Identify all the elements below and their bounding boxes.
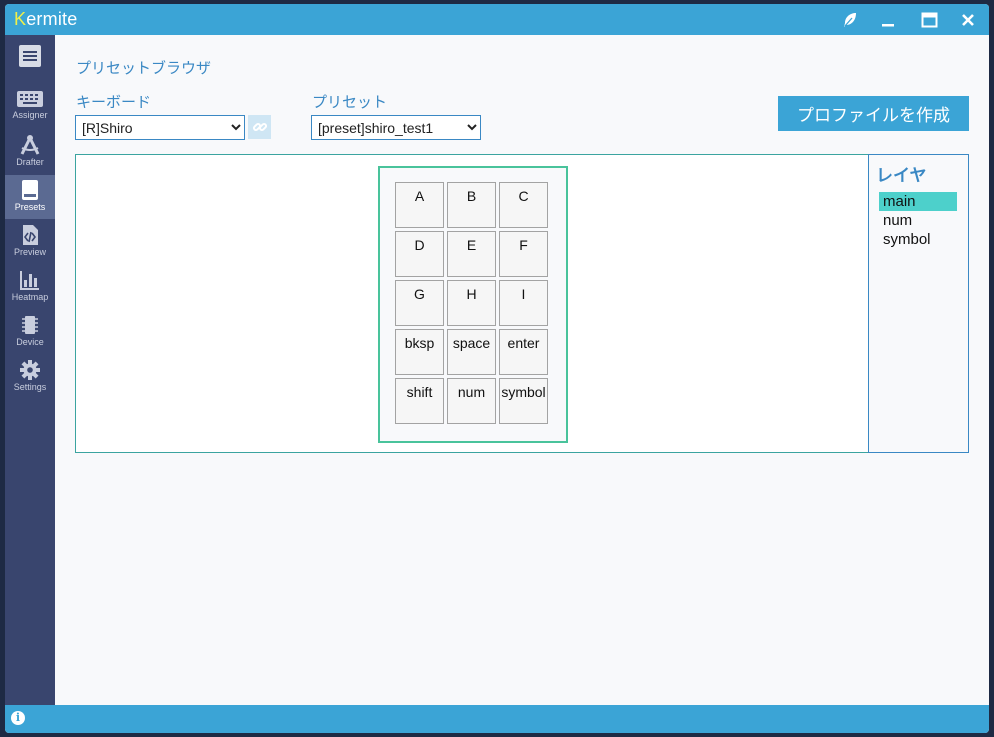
key-i[interactable]: I — [499, 280, 548, 326]
app-title: Kermite — [14, 9, 77, 30]
key-f[interactable]: F — [499, 231, 548, 277]
chip-icon — [22, 316, 38, 334]
sidebar-item-label: Preview — [13, 247, 46, 257]
sidebar-item-preview[interactable]: Preview — [5, 220, 55, 264]
keyboard-icon — [17, 91, 43, 107]
key-num[interactable]: num — [447, 378, 496, 424]
key-a[interactable]: A — [395, 182, 444, 228]
key-d[interactable]: D — [395, 231, 444, 277]
key-space[interactable]: space — [447, 329, 496, 375]
key-h[interactable]: H — [447, 280, 496, 326]
sidebar-item-heatmap[interactable]: Heatmap — [5, 265, 55, 309]
sidebar-item-label: Assigner — [12, 110, 48, 120]
page-title: プリセットブラウザ — [76, 59, 212, 77]
keyboard-view: A B C D E F G H I bksp space enter shift… — [75, 154, 869, 453]
key-symbol[interactable]: symbol — [499, 378, 548, 424]
create-profile-button[interactable]: プロファイルを作成 — [778, 96, 969, 131]
layer-item-main[interactable]: main — [879, 192, 957, 211]
title-bar: Kermite — [5, 4, 989, 35]
sidebar-item-drafter[interactable]: Drafter — [5, 130, 55, 174]
link-icon[interactable] — [248, 115, 271, 139]
compass-icon — [20, 135, 40, 155]
feather-icon[interactable] — [839, 9, 861, 31]
layer-item-num[interactable]: num — [879, 211, 957, 230]
key-shift[interactable]: shift — [395, 378, 444, 424]
sidebar: Assigner Drafter Presets Preview Heatmap… — [5, 35, 55, 705]
sidebar-item-settings[interactable]: Settings — [5, 355, 55, 399]
maximize-button[interactable] — [918, 9, 940, 31]
key-b[interactable]: B — [447, 182, 496, 228]
preset-label: プリセット — [312, 93, 388, 111]
layer-item-symbol[interactable]: symbol — [879, 230, 957, 249]
sidebar-item-label: Presets — [14, 202, 46, 212]
info-icon[interactable]: i — [11, 711, 25, 725]
key-bksp[interactable]: bksp — [395, 329, 444, 375]
preset-select[interactable]: [preset]shiro_test1 — [311, 115, 481, 140]
keyboard-label: キーボード — [76, 93, 152, 111]
bar-chart-icon — [20, 271, 39, 290]
sidebar-item-device[interactable]: Device — [5, 310, 55, 354]
key-e[interactable]: E — [447, 231, 496, 277]
main-content: プリセットブラウザ キーボード [R]Shiro プリセット [preset]s… — [55, 35, 989, 705]
code-file-icon — [23, 225, 38, 245]
layer-panel-title: レイヤ — [876, 166, 927, 186]
status-bar: i — [5, 705, 989, 733]
keyboard-frame: A B C D E F G H I bksp space enter shift… — [378, 166, 568, 443]
book-icon — [22, 180, 38, 200]
sidebar-item-presets[interactable]: Presets — [5, 175, 55, 219]
gear-icon — [20, 360, 40, 380]
key-c[interactable]: C — [499, 182, 548, 228]
key-g[interactable]: G — [395, 280, 444, 326]
sidebar-item-label: Drafter — [16, 157, 44, 167]
layer-panel: レイヤ main num symbol — [868, 154, 969, 453]
sidebar-item-label: Device — [16, 337, 44, 347]
sidebar-item-assigner[interactable]: Assigner — [5, 85, 55, 129]
close-button[interactable] — [957, 9, 979, 31]
app-title-rest: ermite — [26, 9, 78, 29]
app-title-initial: K — [14, 9, 27, 29]
menu-icon[interactable] — [19, 45, 41, 67]
sidebar-item-label: Heatmap — [11, 292, 49, 302]
minimize-button[interactable] — [877, 9, 899, 31]
keyboard-select[interactable]: [R]Shiro — [75, 115, 245, 140]
app-window: Kermite Assigner Drafter Presets Preview… — [5, 4, 989, 733]
sidebar-item-label: Settings — [13, 382, 47, 392]
key-enter[interactable]: enter — [499, 329, 548, 375]
